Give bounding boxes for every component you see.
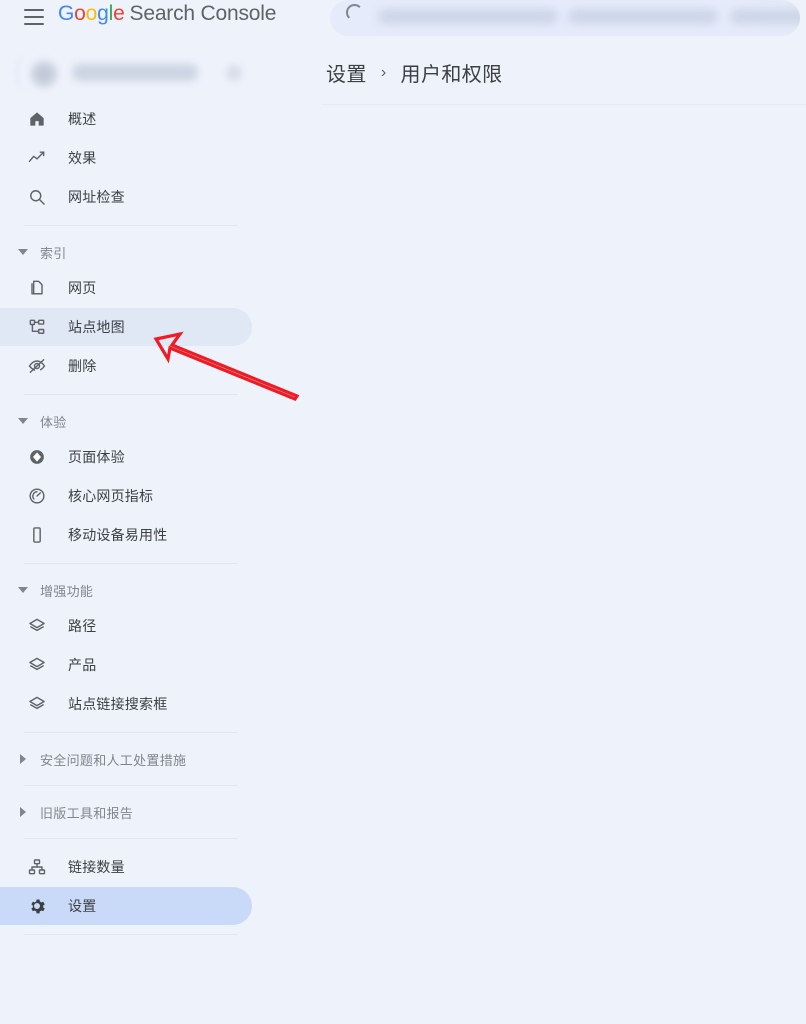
google-letter: o xyxy=(85,2,98,25)
top-search-bar[interactable] xyxy=(330,0,800,36)
sidebar-item-sitemaps-label: 站点地图 xyxy=(68,319,125,335)
redacted-text xyxy=(730,9,800,24)
sidebar-item-pages[interactable]: 网页 xyxy=(0,269,252,307)
caret-right-icon xyxy=(20,754,26,764)
page-experience-icon xyxy=(26,446,48,468)
product-name: Search Console xyxy=(129,2,277,25)
sidebar-item-settings[interactable]: 设置 xyxy=(0,887,252,925)
sidebar-item-breadcrumbs-label: 路径 xyxy=(68,618,97,634)
sidebar-group-indexing[interactable]: 索引 xyxy=(0,235,252,269)
sidebar-divider xyxy=(24,394,238,395)
hamburger-line xyxy=(24,23,44,25)
layers-icon xyxy=(26,654,48,676)
sidebar-group-enhancements[interactable]: 增强功能 xyxy=(0,573,252,607)
sidebar-item-removals[interactable]: 删除 xyxy=(0,347,252,385)
sidebar-item-breadcrumbs[interactable]: 路径 xyxy=(0,607,252,645)
breadcrumb-users-and-permissions: 用户和权限 xyxy=(400,64,503,86)
redacted-text xyxy=(378,9,558,24)
sidebar-group-experience[interactable]: 体验 xyxy=(0,404,252,438)
property-avatar-icon xyxy=(30,60,58,88)
sidebar-group-security-manual-actions-label: 安全问题和人工处置措施 xyxy=(40,752,187,768)
sidebar-divider xyxy=(24,838,238,839)
google-letter: g xyxy=(97,2,109,25)
sidebar-item-page-experience-label: 页面体验 xyxy=(68,449,125,465)
caret-right-icon xyxy=(20,807,26,817)
sidebar-item-page-experience[interactable]: 页面体验 xyxy=(0,438,252,476)
sidebar-item-core-web-vitals[interactable]: 核心网页指标 xyxy=(0,477,252,515)
google-wordmark: Google xyxy=(58,2,125,25)
speedometer-icon xyxy=(26,485,48,507)
sidebar-group-security-manual-actions[interactable]: 安全问题和人工处置措施 xyxy=(0,742,252,776)
google-letter: o xyxy=(74,2,86,25)
sidebar-item-mobile-usability-label: 移动设备易用性 xyxy=(68,527,168,543)
chevron-down-icon[interactable] xyxy=(226,65,242,81)
sidebar-item-links-label: 链接数量 xyxy=(68,859,125,875)
sidebar-item-mobile-usability[interactable]: 移动设备易用性 xyxy=(0,516,252,554)
property-name-redacted xyxy=(72,64,198,81)
redacted-text xyxy=(568,9,718,24)
sidebar-divider xyxy=(24,732,238,733)
sidebar-item-performance[interactable]: 效果 xyxy=(0,139,252,177)
top-bar: Google Search Console xyxy=(0,0,806,45)
sitemap-icon xyxy=(26,316,48,338)
sidebar-item-products[interactable]: 产品 xyxy=(0,646,252,684)
sidebar-divider xyxy=(24,934,238,935)
sidebar-item-sitemaps[interactable]: 站点地图 xyxy=(0,308,252,346)
sidebar-item-sitelinks-searchbox-label: 站点链接搜索框 xyxy=(68,696,168,712)
sidebar-item-overview-label: 概述 xyxy=(68,111,97,127)
eye-off-icon xyxy=(26,355,48,377)
breadcrumb: 设置 › 用户和权限 xyxy=(326,58,503,87)
mobile-phone-icon xyxy=(26,524,48,546)
sidebar-item-overview[interactable]: 概述 xyxy=(0,100,252,138)
trending-up-icon xyxy=(26,147,48,169)
sidebar-group-legacy-tools[interactable]: 旧版工具和报告 xyxy=(0,795,252,829)
sidebar-item-products-label: 产品 xyxy=(68,657,97,673)
app-brand[interactable]: Google Search Console xyxy=(58,2,276,26)
breadcrumb-separator-icon: › xyxy=(380,63,387,81)
layers-icon xyxy=(26,615,48,637)
sidebar-divider xyxy=(24,563,238,564)
sidebar-navigation: 概述效果网址检查索引网页站点地图删除体验页面体验核心网页指标 移动设备易用性增强功… xyxy=(0,100,252,944)
sidebar-item-core-web-vitals-label: 核心网页指标 xyxy=(68,488,154,504)
layers-icon xyxy=(26,693,48,715)
google-letter: G xyxy=(58,2,75,25)
caret-down-icon xyxy=(18,587,28,593)
sidebar-item-removals-label: 删除 xyxy=(68,358,97,374)
search-icon xyxy=(26,186,48,208)
caret-down-icon xyxy=(18,418,28,424)
hamburger-line xyxy=(24,16,44,18)
loading-spinner-icon xyxy=(346,4,363,21)
sidebar-item-sitelinks-searchbox[interactable]: 站点链接搜索框 xyxy=(0,685,252,723)
sidebar-group-experience-label: 体验 xyxy=(40,414,67,430)
hamburger-line xyxy=(24,9,44,11)
sidebar-item-url-inspection[interactable]: 网址检查 xyxy=(0,178,252,216)
links-hierarchy-icon xyxy=(26,856,48,878)
home-icon xyxy=(26,108,48,130)
sidebar-group-legacy-tools-label: 旧版工具和报告 xyxy=(40,805,134,821)
property-selector[interactable] xyxy=(14,52,254,96)
breadcrumb-settings[interactable]: 设置 xyxy=(326,58,367,87)
gear-icon xyxy=(26,895,48,917)
sidebar-group-indexing-label: 索引 xyxy=(40,245,67,261)
hamburger-menu-icon[interactable] xyxy=(24,9,44,25)
sidebar-item-settings-label: 设置 xyxy=(68,898,97,914)
sidebar-divider xyxy=(24,785,238,786)
sidebar-item-performance-label: 效果 xyxy=(68,150,97,166)
google-letter: e xyxy=(113,2,125,25)
sidebar-item-pages-label: 网页 xyxy=(68,280,97,296)
caret-down-icon xyxy=(18,249,28,255)
sidebar-group-enhancements-label: 增强功能 xyxy=(40,583,94,599)
sidebar-item-url-inspection-label: 网址检查 xyxy=(68,189,125,205)
pages-icon xyxy=(26,277,48,299)
sidebar-divider xyxy=(24,225,238,226)
content-divider xyxy=(322,104,806,105)
sidebar-item-links[interactable]: 链接数量 xyxy=(0,848,252,886)
